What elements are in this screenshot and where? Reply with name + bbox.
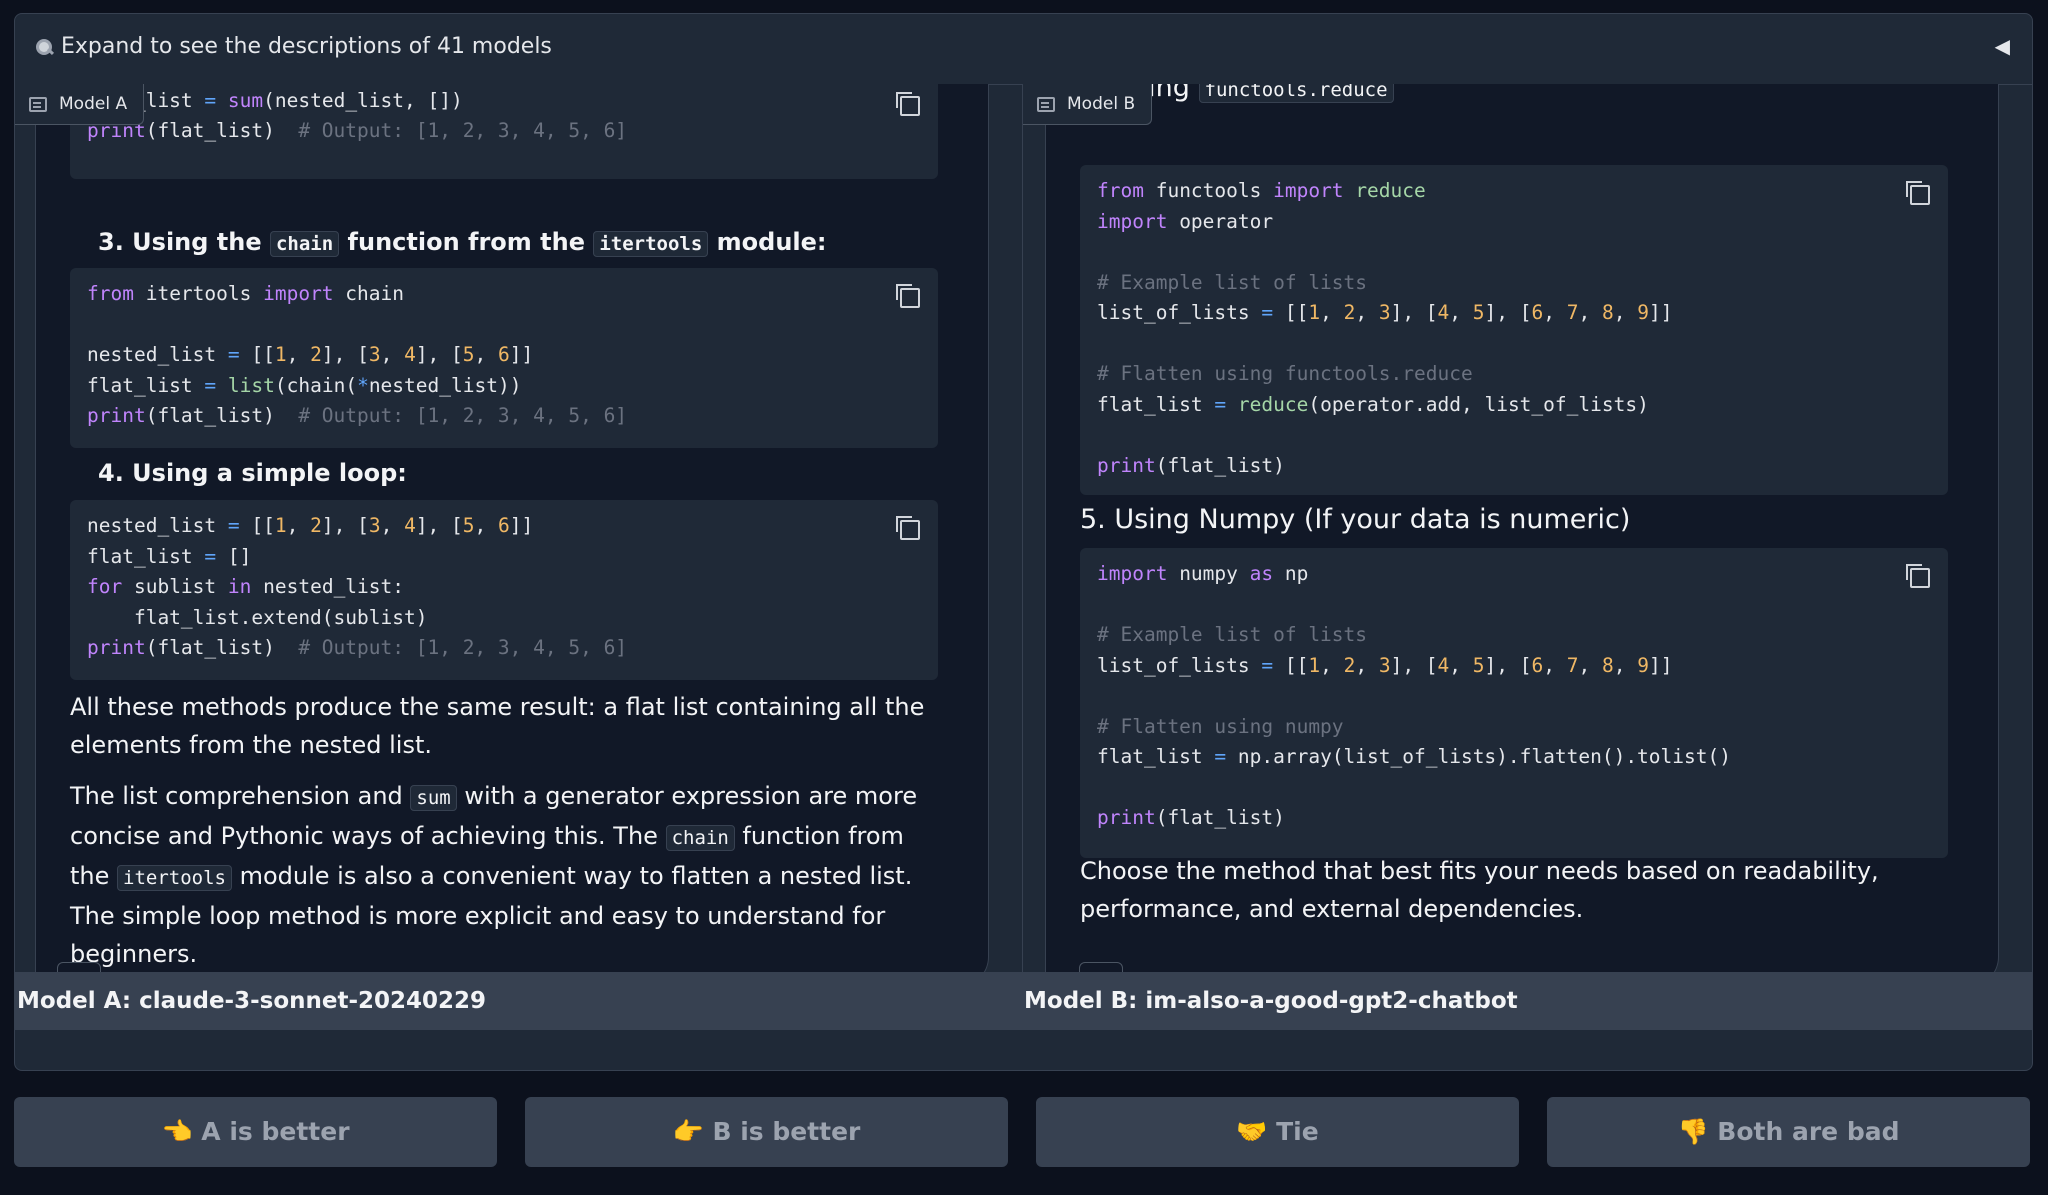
a-is-better-button[interactable]: 👈 A is better [14,1097,497,1167]
heading-numpy: 5. Using Numpy (If your data is numeric) [1080,504,1631,535]
model-names-bar: Model A: claude-3-sonnet-20240229 Model … [15,972,2032,1030]
model-b-tab: Model B [1023,84,1153,125]
code-numpy: import numpy as np # Example list of lis… [1097,562,1731,829]
model-b-tab-label: Model B [1067,94,1136,114]
both-bad-button[interactable]: 👎 Both are bad [1547,1097,2030,1167]
inline-code: chain [665,825,735,851]
model-a-tab: Model A [15,84,145,125]
copy-code-icon[interactable] [896,284,920,308]
copy-code-icon[interactable] [1906,181,1930,205]
copy-code-icon[interactable] [896,92,920,116]
code-chain: from itertools import chain nested_list … [87,282,628,427]
model-b-chat-panel[interactable]: 4. Using functools.reduce from functools… [1045,84,1999,987]
heading-text: function from the [339,228,594,256]
code-block-loop: nested_list = [[1, 2], [3, 4], [5, 6]] f… [70,500,938,680]
inline-code: functools.reduce [1198,84,1394,103]
model-b-name: Model B: im-also-a-good-gpt2-chatbot [1024,988,1518,1014]
code-reduce: from functools import reduce import oper… [1097,179,1673,477]
model-a-tab-label: Model A [59,94,128,114]
chat-icon [1037,96,1055,112]
accordion-label: Expand to see the descriptions of 41 mod… [61,34,552,59]
code-block-numpy: import numpy as np # Example list of lis… [1080,548,1948,858]
code-block-reduce: from functools import reduce import oper… [1080,165,1948,495]
code-block-chain: from itertools import chain nested_list … [70,268,938,448]
code-sum: nested_list = [[1, 2], [3, 4], [5, 6]] f… [87,88,628,143]
tie-button[interactable]: 🤝 Tie [1036,1097,1519,1167]
model-a-column: Model A nested_list = [[1, 2], [3, 4], [… [15,84,1023,1030]
inline-code: itertools [117,865,232,891]
inline-code: chain [269,231,340,257]
arena-container: Expand to see the descriptions of 41 mod… [14,13,2033,1071]
triangle-left-icon[interactable]: ◀ [1995,34,2010,58]
models-accordion[interactable]: Expand to see the descriptions of 41 mod… [15,14,2032,85]
summary-paragraph-2: The list comprehension and sum with a ge… [70,777,950,973]
chat-icon [29,96,47,112]
heading-chain: 3. Using the chain function from the ite… [98,228,827,257]
summary-paragraph-1: All these methods produce the same resul… [70,693,925,759]
b-is-better-button[interactable]: 👉 B is better [525,1097,1008,1167]
heading-loop: 4. Using a simple loop: [98,459,407,487]
para-text: The list comprehension and [70,782,411,810]
copy-code-icon[interactable] [896,516,920,540]
inline-code: itertools [593,231,709,257]
copy-code-icon[interactable] [1906,564,1930,588]
model-a-name: Model A: claude-3-sonnet-20240229 [17,988,487,1014]
magnifier-icon [35,38,53,56]
code-block-sum: nested_list = [[1, 2], [3, 4], [5, 6]] f… [70,84,938,179]
model-a-chat-panel[interactable]: nested_list = [[1, 2], [3, 4], [5, 6]] f… [35,84,989,987]
heading-text: 3. Using the [98,228,270,256]
model-b-column: Model B 4. Using functools.reduce from f… [1023,84,2032,1030]
inline-code: sum [410,785,457,811]
heading-text: module: [708,228,827,256]
code-loop: nested_list = [[1, 2], [3, 4], [5, 6]] f… [87,514,628,659]
accordion-title-row: Expand to see the descriptions of 41 mod… [35,34,552,59]
closing-paragraph: Choose the method that best fits your ne… [1080,857,1879,923]
